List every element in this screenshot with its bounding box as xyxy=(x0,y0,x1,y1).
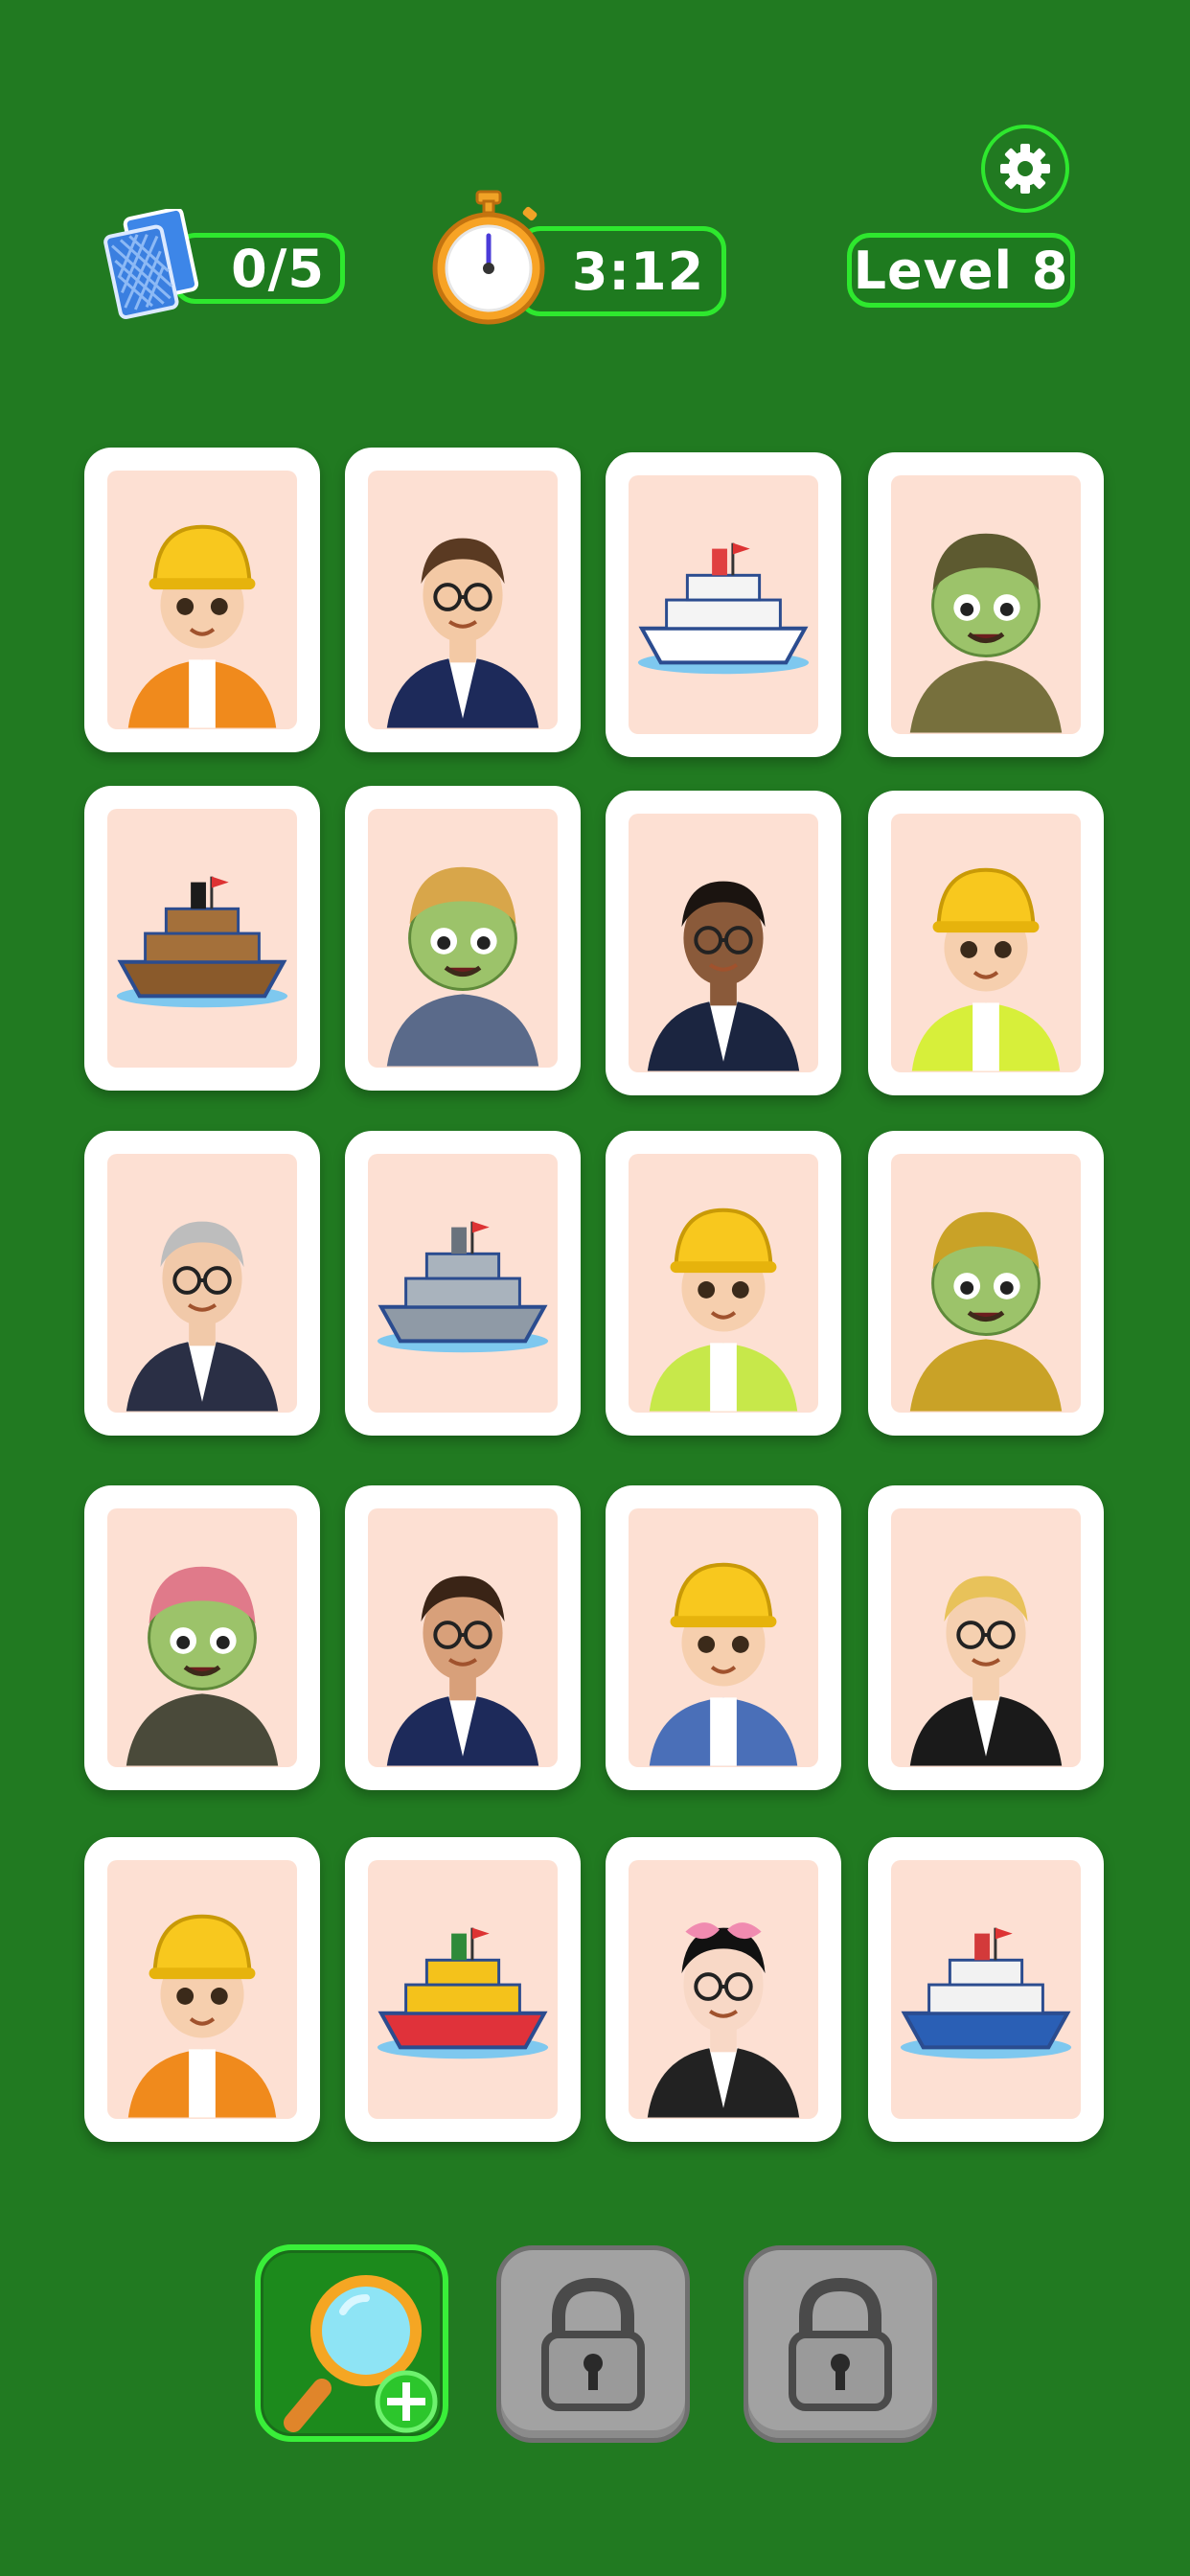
gear-icon xyxy=(1000,144,1050,194)
tugboat-illustration xyxy=(368,1860,558,2119)
card-businessman-dark[interactable] xyxy=(606,791,841,1095)
hint-button[interactable] xyxy=(255,2244,448,2442)
level-label: Level 8 xyxy=(853,240,1069,301)
businesswoman-illustration xyxy=(107,1154,297,1413)
card-engineer-boy-blueprint[interactable] xyxy=(606,1485,841,1790)
pairs-counter-value: 0/5 xyxy=(231,238,325,299)
card-girl-pink-bow[interactable] xyxy=(606,1837,841,2142)
engineer-illustration xyxy=(629,1154,818,1413)
businesswoman-illustration xyxy=(368,1508,558,1767)
card-businesswoman-gray[interactable] xyxy=(84,1131,320,1436)
card-engineer-boy-bricks[interactable] xyxy=(84,1837,320,2142)
cruise-ship-illustration xyxy=(629,475,818,734)
card-zombie-frankenstein[interactable] xyxy=(84,1485,320,1790)
zombie-gasmask-illustration xyxy=(891,1154,1081,1413)
stopwatch-icon xyxy=(431,188,546,326)
engineer-illustration xyxy=(629,1508,818,1767)
zombie-soldier-illustration xyxy=(891,475,1081,734)
card-deck-icon xyxy=(102,206,205,320)
padlock-icon xyxy=(789,2277,892,2411)
level-indicator: Level 8 xyxy=(847,233,1075,308)
card-engineer-girl-cone[interactable] xyxy=(868,791,1104,1095)
card-businesswoman-blonde[interactable] xyxy=(868,1485,1104,1790)
card-pirate-ship[interactable] xyxy=(84,786,320,1091)
settings-button[interactable] xyxy=(981,125,1069,213)
engineer-illustration xyxy=(107,1860,297,2119)
card-battleship[interactable] xyxy=(345,1131,581,1436)
zombie-illustration xyxy=(107,1508,297,1767)
engineer-illustration xyxy=(891,814,1081,1072)
card-businesswoman-brunette[interactable] xyxy=(345,1485,581,1790)
locked-powerup-1[interactable] xyxy=(496,2245,690,2443)
locked-powerup-2[interactable] xyxy=(744,2245,937,2443)
businesswoman-illustration xyxy=(891,1508,1081,1767)
card-engineer-girl-drill[interactable] xyxy=(606,1131,841,1436)
pirate-ship-illustration xyxy=(107,809,297,1068)
fishing-boat-illustration xyxy=(891,1860,1081,2119)
timer-value: 3:12 xyxy=(571,241,705,302)
zombie-farmer-illustration xyxy=(368,809,558,1068)
timer-display: 3:12 xyxy=(517,226,726,316)
card-engineer-boy[interactable] xyxy=(84,448,320,752)
card-zombie-gas-mask[interactable] xyxy=(868,1131,1104,1436)
card-fishing-boat[interactable] xyxy=(868,1837,1104,2142)
card-toy-tugboat[interactable] xyxy=(345,1837,581,2142)
engineer-illustration xyxy=(107,471,297,729)
card-businessman[interactable] xyxy=(345,448,581,752)
card-zombie-soldier[interactable] xyxy=(868,452,1104,757)
card-zombie-farmer[interactable] xyxy=(345,786,581,1091)
businessman-illustration xyxy=(629,814,818,1072)
battleship-illustration xyxy=(368,1154,558,1413)
magnifier-plus-icon xyxy=(284,2275,438,2433)
businessman-illustration xyxy=(368,471,558,729)
card-cruise-ship[interactable] xyxy=(606,452,841,757)
girl-illustration xyxy=(629,1922,818,2119)
padlock-icon xyxy=(541,2277,645,2411)
